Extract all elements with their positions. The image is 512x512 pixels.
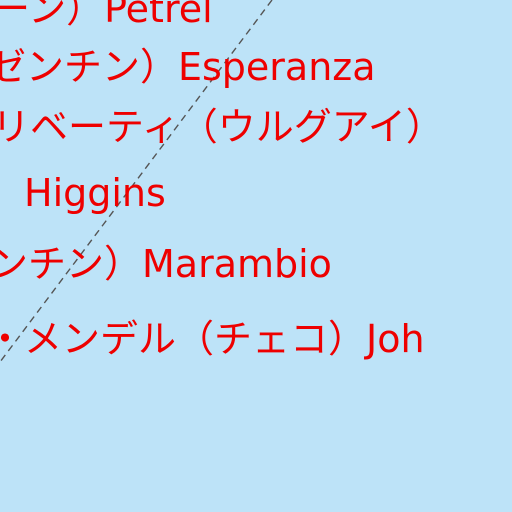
station-label-marambio: ンチン）Marambio — [0, 242, 332, 286]
station-label-esperanza: ゼンチン）Esperanza — [0, 45, 376, 89]
station-label-mendel: ・メンデル（チェコ）Joh — [0, 317, 425, 361]
station-label-higgins: ゛Higgins — [0, 171, 166, 215]
station-label-artigas: リベーティ（ウルグアイ） — [0, 105, 444, 149]
station-label-petrel: ーン）Petrel — [0, 0, 213, 31]
map-view[interactable]: ーン）Petrel ゼンチン）Esperanza リベーティ（ウルグアイ） ゛H… — [0, 0, 512, 512]
